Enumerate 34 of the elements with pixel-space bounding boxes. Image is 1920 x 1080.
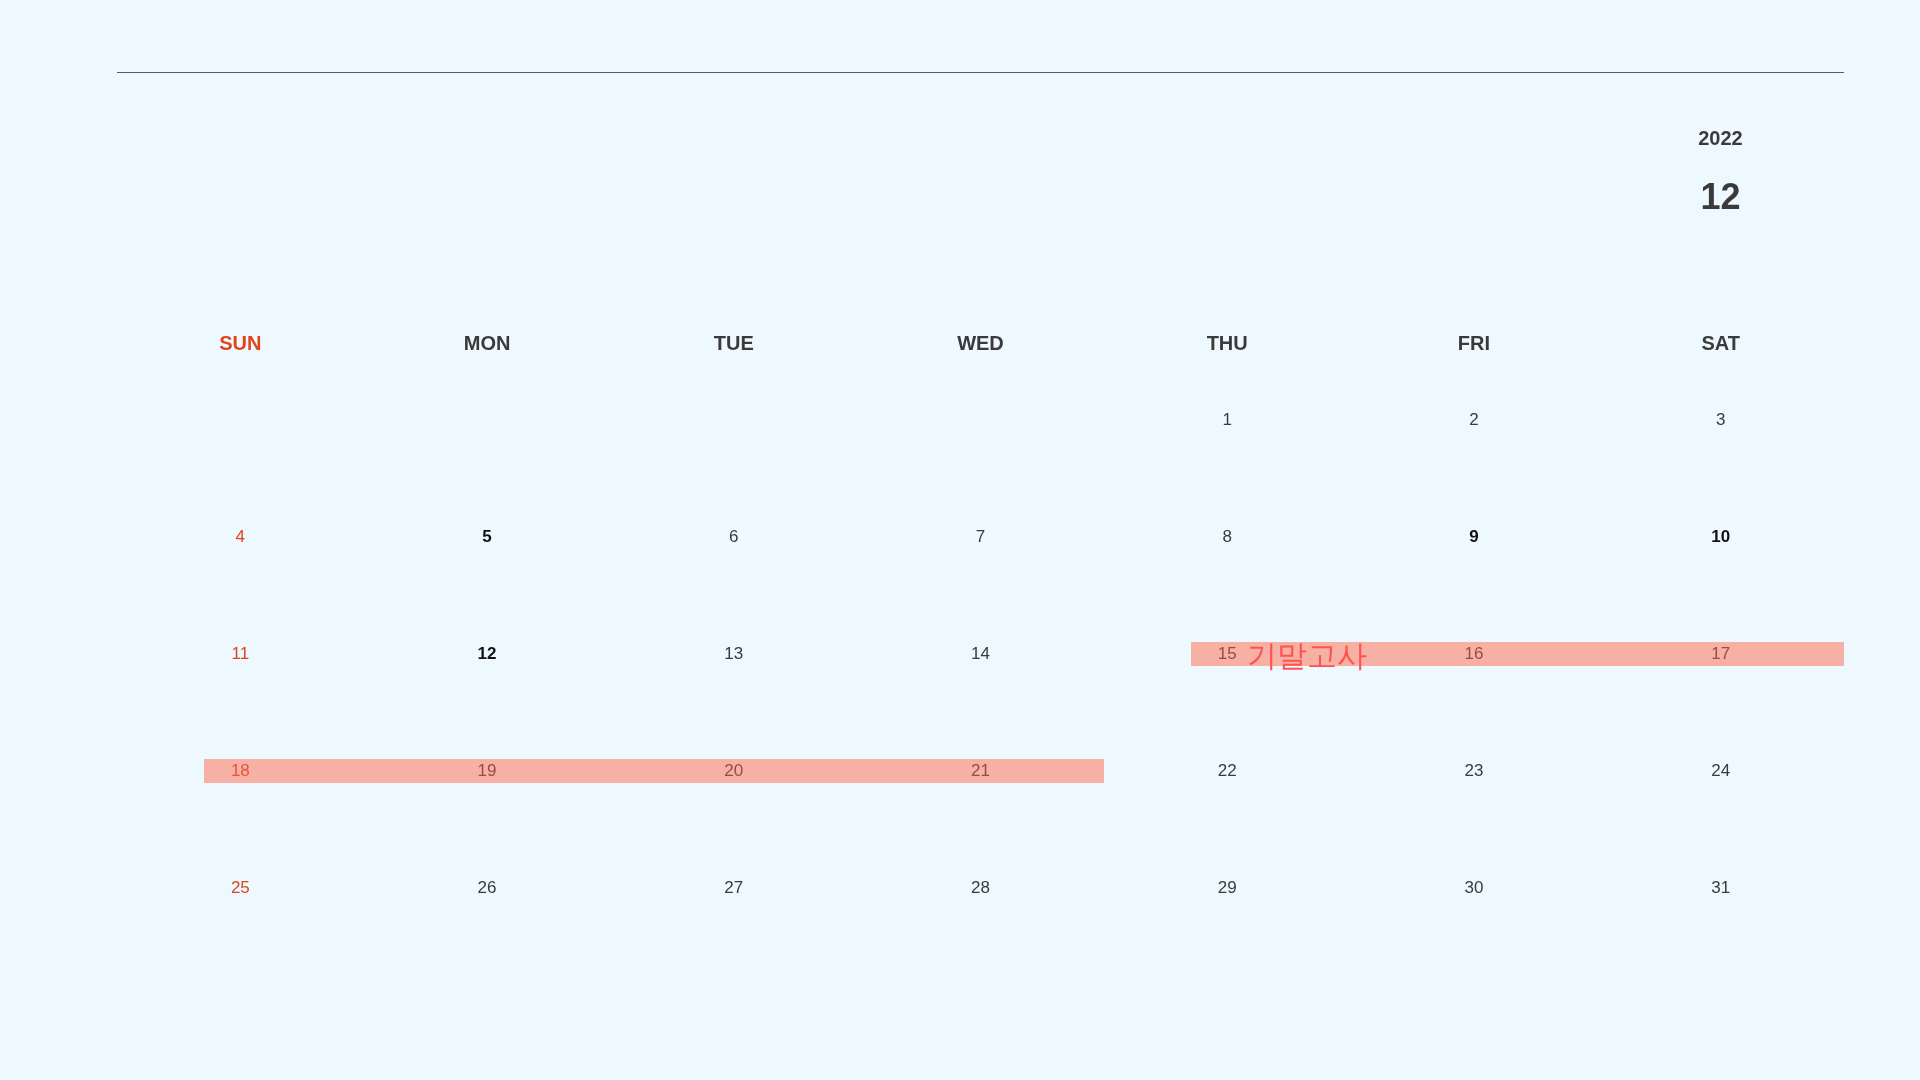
day-number[interactable]: 13	[724, 644, 744, 664]
weekday-header: SUN	[218, 331, 263, 356]
weekday-header: WED	[956, 331, 1005, 356]
day-number[interactable]: 4	[235, 527, 246, 547]
day-number[interactable]: 11	[231, 644, 250, 664]
day-number[interactable]: 23	[1464, 761, 1484, 781]
day-number[interactable]: 14	[971, 644, 990, 664]
day-number[interactable]: 26	[477, 878, 497, 898]
day-number[interactable]: 3	[1715, 410, 1726, 430]
day-number[interactable]: 31	[1711, 878, 1731, 898]
day-number[interactable]: 1	[1222, 410, 1232, 430]
year-label: 2022	[1698, 127, 1743, 150]
day-number[interactable]: 25	[230, 878, 250, 898]
weekday-header: SAT	[1700, 331, 1741, 356]
day-number[interactable]: 7	[975, 527, 986, 547]
day-number[interactable]: 5	[482, 527, 492, 547]
weekday-header: FRI	[1456, 331, 1492, 356]
day-number[interactable]: 9	[1469, 527, 1479, 547]
day-number[interactable]: 30	[1464, 878, 1484, 898]
day-number[interactable]: 6	[729, 527, 739, 547]
day-number[interactable]: 12	[477, 644, 497, 664]
weekday-header: THU	[1205, 331, 1249, 356]
day-number[interactable]: 28	[971, 878, 990, 898]
day-number[interactable]: 29	[1217, 878, 1237, 898]
day-number[interactable]: 27	[724, 878, 744, 898]
day-number[interactable]: 2	[1469, 410, 1479, 430]
month-label: 12	[1700, 176, 1741, 218]
event-label: 기말고사	[1247, 637, 1368, 675]
weekday-header: TUE	[712, 331, 755, 356]
day-number[interactable]: 8	[1222, 527, 1232, 547]
day-number[interactable]: 24	[1711, 761, 1731, 781]
weekday-header: MON	[462, 331, 512, 356]
day-number[interactable]: 10	[1711, 527, 1731, 547]
day-number[interactable]: 22	[1217, 761, 1237, 781]
